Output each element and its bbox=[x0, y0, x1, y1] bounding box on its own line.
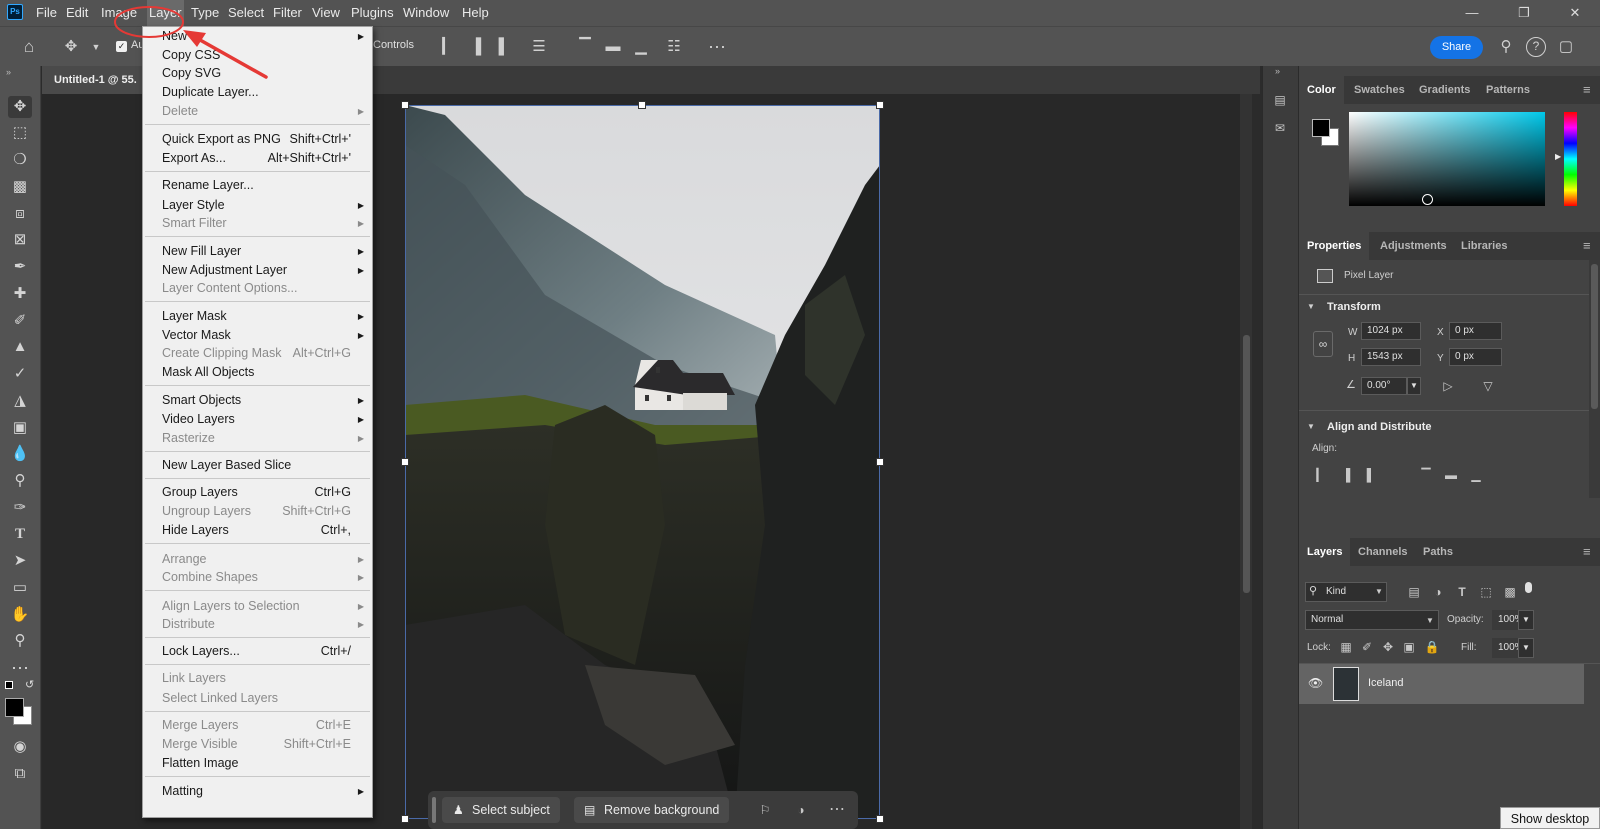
annotation-circle bbox=[114, 6, 184, 38]
photoshop-window: Ps File Edit Image Layer Type Select Fil… bbox=[0, 0, 1600, 829]
annotation-arrow-head bbox=[183, 30, 206, 47]
annotation-arrow-shaft bbox=[191, 34, 268, 79]
annotation-overlay bbox=[114, 6, 268, 79]
